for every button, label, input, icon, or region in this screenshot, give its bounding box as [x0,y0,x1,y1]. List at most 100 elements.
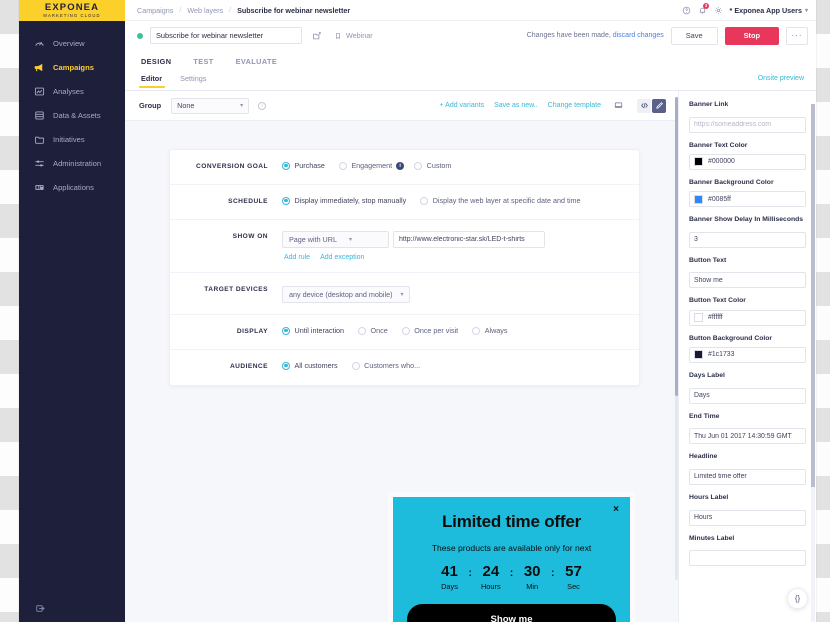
banner-cta-button[interactable]: Show me [407,604,616,622]
field-days-label: Days Label [689,372,806,404]
sidebar-item-administration[interactable]: Administration [19,151,125,175]
changes-notice: Changes have been made, discard changes [527,32,664,39]
headline-input[interactable] [689,468,806,485]
add-exception-link[interactable]: Add exception [320,254,364,261]
row-label: TARGET DEVICES [204,286,268,293]
radio-display-immediately[interactable]: Display immediately, stop manually [282,196,406,205]
tab-evaluate[interactable]: EVALUATE [225,57,288,70]
radio-all-customers[interactable]: All customers [282,361,338,370]
chevron-down-icon: ▾ [348,237,352,243]
chevron-down-icon: ▾ [804,7,808,14]
minutes-label-input[interactable] [689,550,806,567]
radio-dot [282,161,290,170]
radio-purchase[interactable]: Purchase [282,161,325,170]
button-text-input[interactable] [689,272,806,289]
button-text-color-picker[interactable]: #ffffff [689,309,806,326]
campaign-tag[interactable]: Webinar [334,31,373,40]
save-as-new-link[interactable]: Save as new.. [494,102,538,109]
sidebar-item-label: Overview [53,38,85,48]
collapse-panel-icon[interactable] [35,603,125,614]
toolbar-actions: + Add variants Save as new.. Change temp… [440,98,666,113]
color-value: #0085ff [708,195,731,203]
button-background-color-picker[interactable]: #1c1733 [689,346,806,363]
save-button[interactable]: Save [670,26,718,45]
folder-move-icon[interactable] [312,31,322,41]
sidebar-nav: Overview Campaigns Analyses Data & Asset… [19,21,125,199]
sidebar-item-campaigns[interactable]: Campaigns [19,55,125,79]
radio-until-interaction[interactable]: Until interaction [282,326,344,335]
tab-settings[interactable]: Settings [171,74,215,88]
field-label: Banner Show Delay In Milliseconds [689,216,804,224]
onsite-preview-link[interactable]: Onsite preview [758,74,804,82]
days-label-input[interactable] [689,387,806,404]
properties-scrollbar[interactable] [675,97,678,580]
change-template-link[interactable]: Change template [548,102,601,109]
field-label: Button Background Color [689,334,773,342]
radio-dot [358,326,367,335]
group-select[interactable]: None ▾ [171,97,250,114]
show-on-condition-select[interactable]: Page with URL ▾ [282,231,389,248]
campaign-name-input[interactable] [150,27,302,44]
sidebar-item-analyses[interactable]: Analyses [19,79,125,103]
radio-customers-who[interactable]: Customers who... [351,361,420,370]
radio-engagement[interactable]: Engagement [338,161,392,170]
monitor-icon[interactable] [611,99,625,113]
sidebar-item-data-assets[interactable]: Data & Assets [19,103,125,127]
row-label: AUDIENCE [229,363,268,370]
code-snippet-fab[interactable]: {} [787,588,808,609]
banner-text-color-picker[interactable]: #000000 [689,153,806,170]
campaign-actions: Changes have been made, discard changes … [527,26,808,45]
page-scrollbar[interactable] [811,104,815,622]
add-variants-link[interactable]: + Add variants [440,102,485,109]
user-menu[interactable]: * Exponea App Users ▾ [730,6,808,15]
close-icon[interactable]: × [613,505,619,515]
chart-image-icon [33,85,46,98]
countdown-label: Hours [480,582,501,591]
banner-link-input[interactable] [689,116,806,133]
engagement-info-icon[interactable]: i [396,161,405,170]
radio-dot [282,361,290,370]
radio-once-per-visit[interactable]: Once per visit [401,326,458,335]
stop-button[interactable]: Stop [724,26,779,45]
discard-changes-link[interactable]: discard changes [613,32,664,39]
field-button-text-color: Button Text Color #ffffff [689,297,806,326]
help-circle-icon[interactable] [682,6,691,15]
code-brackets-icon[interactable] [637,98,651,113]
breadcrumb-campaigns[interactable]: Campaigns [137,6,173,15]
form-row-target-devices: TARGET DEVICES any device (desktop and m… [170,273,639,315]
tab-design[interactable]: DESIGN [137,57,182,70]
tab-editor[interactable]: Editor [137,74,171,88]
pencil-icon[interactable] [652,98,666,113]
banner-background-color-picker[interactable]: #0085ff [689,191,806,208]
color-swatch [694,350,703,360]
hours-label-input[interactable] [689,509,806,526]
countdown-separator: : [468,568,472,580]
radio-display-scheduled[interactable]: Display the web layer at specific date a… [420,196,581,205]
target-devices-select[interactable]: any device (desktop and mobile) ▾ [282,286,410,303]
info-circle-icon[interactable]: i [258,101,267,110]
bell-icon[interactable]: 3 [698,3,710,15]
radio-custom[interactable]: Custom [414,161,451,170]
add-rule-link[interactable]: Add rule [284,254,310,261]
view-mode-toggle [637,98,666,113]
more-options-button[interactable]: ··· [786,26,808,45]
end-time-input[interactable] [689,428,806,445]
sidebar-item-applications[interactable]: Applications [19,175,125,199]
gear-icon[interactable] [714,6,723,15]
radio-dot [282,326,290,335]
sidebar-item-label: Administration [53,158,102,168]
tab-test[interactable]: TEST [182,57,224,70]
radio-always[interactable]: Always [472,326,507,335]
breadcrumb-web-layers[interactable]: Web layers [187,6,223,15]
show-on-url-input[interactable] [393,231,545,248]
topbar: Campaigns / Web layers / Subscribe for w… [125,0,816,21]
radio-once[interactable]: Once [358,326,388,335]
target-devices-value: any device (desktop and mobile) [289,290,393,299]
sidebar-item-overview[interactable]: Overview [19,31,125,55]
show-on-condition-value: Page with URL [289,235,337,244]
chevron-down-icon: ▾ [240,103,244,109]
content-area: Campaigns / Web layers / Subscribe for w… [125,0,816,622]
group-label: Group [139,101,162,110]
sidebar-item-initiatives[interactable]: Initiatives [19,127,125,151]
banner-show-delay-input[interactable] [689,231,806,248]
